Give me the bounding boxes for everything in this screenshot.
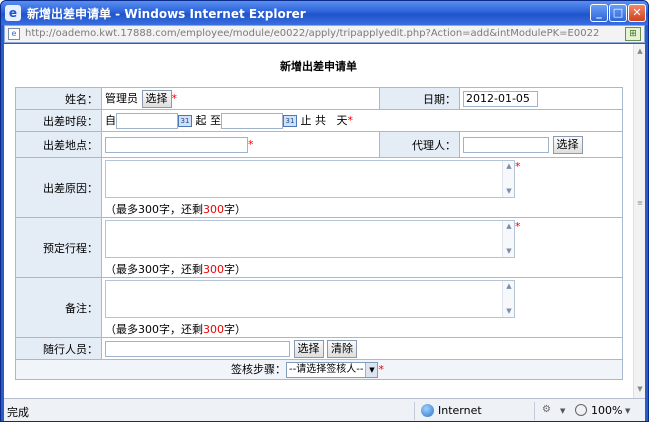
security-zone: Internet [438,404,482,417]
name-cell: 管理员 选择 * [101,87,380,110]
name-label: 姓名： [15,87,102,110]
protected-mode-icon[interactable]: ⚙ [542,404,556,417]
days-unit-text: 天 [336,114,348,127]
select-applicant-button[interactable]: 选择 [141,89,172,108]
remark-hint: （最多300字，还剩300字） [105,323,246,336]
reason-remaining-count: 300 [203,203,224,216]
textarea-scrollbar[interactable]: ▲ ▼ [502,221,514,257]
companions-field[interactable] [105,340,290,357]
zoom-icon[interactable] [575,404,587,416]
date-label: 日期： [379,87,460,110]
reason-cell: ▲ ▼ * （最多300字，还剩300字） [101,157,623,218]
chevron-down-icon[interactable]: ▼ [560,407,565,415]
chevron-down-icon[interactable]: ▼ [365,363,378,377]
scroll-down-icon[interactable]: ▼ [635,384,645,394]
remark-cell: ▲ ▼ （最多300字，还剩300字） [101,277,623,338]
approver-select[interactable]: --请选择签核人-- ▼ [286,362,379,378]
address-bar[interactable]: e http://oademo.kwt.17888.com/employee/m… [4,25,645,43]
companions-label: 随行人员： [15,337,102,360]
status-divider [414,402,415,420]
status-divider [534,402,535,420]
ie-app-icon: e [5,5,21,21]
form-title: 新增出差申请单 [280,60,357,73]
url-text[interactable]: http://oademo.kwt.17888.com/employee/mod… [25,28,599,39]
applicant-name: 管理员 [105,91,138,105]
maximize-button[interactable]: □ [609,4,627,22]
ie-window: e 新增出差申请单 - Windows Internet Explorer _ … [0,0,649,422]
approval-row: 签核步骤： --请选择签核人-- ▼ * [15,359,623,380]
approver-selected: --请选择签核人-- [289,364,364,375]
globe-icon [421,404,434,417]
chevron-down-icon[interactable]: ▼ [625,407,630,415]
required-mark: * [248,137,254,151]
date-field[interactable]: 2012-01-05 [463,90,538,107]
required-mark: * [171,91,178,105]
minimize-button[interactable]: _ [590,4,608,22]
agent-cell: 选择 [459,131,623,158]
textarea-scrollbar[interactable]: ▲ ▼ [502,281,514,317]
period-to-text: 起 至 [195,114,222,127]
itinerary-remaining-count: 300 [203,263,224,276]
clear-companions-button[interactable]: 清除 [327,339,357,358]
window-title: 新增出差申请单 - Windows Internet Explorer [27,7,306,21]
title-bar: e 新增出差申请单 - Windows Internet Explorer _ … [1,1,648,25]
zoom-level[interactable]: 100% [591,404,622,417]
agent-label: 代理人： [379,131,460,158]
remark-label: 备注： [15,277,102,338]
location-field[interactable] [105,136,248,153]
compatibility-view-icon[interactable]: ⊞ [625,27,641,41]
required-mark: * [378,363,384,376]
reason-hint: （最多300字，还剩300字） [105,203,246,216]
remark-textarea[interactable]: ▲ ▼ [105,280,515,318]
page-icon: e [8,28,20,40]
end-calendar-icon[interactable]: 31 [283,115,297,127]
status-text: 完成 [7,406,29,419]
itinerary-label: 预定行程： [15,217,102,278]
page-content: 新增出差申请单 姓名： 管理员 选择 * 日期： 2012-01-05 出差时段：… [4,44,645,398]
status-bar: 完成 Internet ⚙ ▼ 100% ▼ [4,398,645,421]
period-cell: 自 31 起 至 31 止 共 天* [101,109,623,132]
period-end-text: 止 共 [300,114,327,127]
trip-application-form: 姓名： 管理员 选择 * 日期： 2012-01-05 出差时段： 自 31 起 至… [15,87,623,380]
reason-label: 出差原因： [15,157,102,218]
required-mark: * [515,220,521,233]
agent-field[interactable] [463,136,549,153]
location-cell: * [101,131,380,158]
period-from-text: 自 [105,114,116,127]
approval-label: 签核步骤： [231,363,286,376]
companions-cell: 选择 清除 [101,337,623,360]
textarea-scrollbar[interactable]: ▲ ▼ [502,161,514,197]
date-cell: 2012-01-05 [459,87,623,110]
start-calendar-icon[interactable]: 31 [178,115,192,127]
remark-remaining-count: 300 [203,323,224,336]
scroll-grip-icon[interactable]: ≡ [635,198,645,208]
end-date-field[interactable] [221,113,283,129]
reason-textarea[interactable]: ▲ ▼ [105,160,515,198]
start-date-field[interactable] [116,113,178,129]
select-agent-button[interactable]: 选择 [552,135,583,154]
period-label: 出差时段： [15,109,102,132]
scroll-up-icon[interactable]: ▲ [635,46,645,56]
page-scrollbar[interactable]: ▲ ≡ ▼ [633,44,645,398]
itinerary-cell: ▲ ▼ * （最多300字，还剩300字） [101,217,623,278]
required-mark: * [347,114,354,127]
select-companions-button[interactable]: 选择 [293,339,324,358]
location-label: 出差地点： [15,131,102,158]
close-button[interactable]: ✕ [628,4,646,22]
itinerary-textarea[interactable]: ▲ ▼ [105,220,515,258]
itinerary-hint: （最多300字，还剩300字） [105,263,246,276]
required-mark: * [515,160,521,173]
